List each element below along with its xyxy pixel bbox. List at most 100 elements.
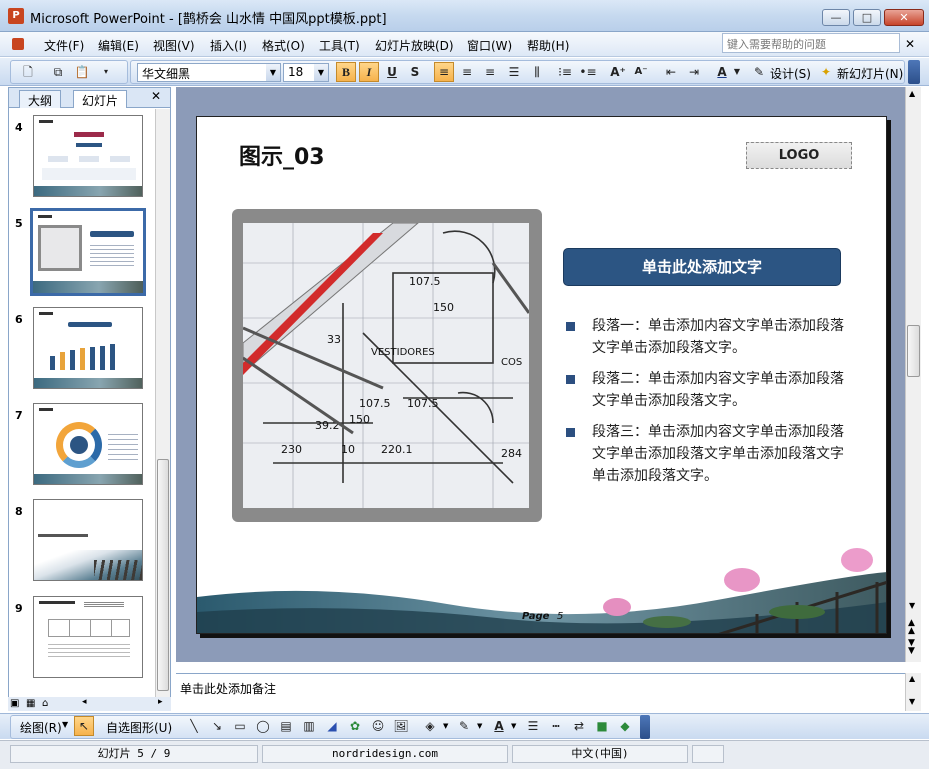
- chevron-down-icon[interactable]: ▼: [314, 64, 328, 81]
- scroll-up-icon[interactable]: ▲: [909, 89, 915, 98]
- current-slide[interactable]: 图示_03 LOGO 107.5 150 33 VESTIDORES COS 1…: [196, 116, 887, 634]
- font-color-dropdown-icon[interactable]: ▼: [732, 62, 742, 82]
- font-size-select[interactable]: 18 ▼: [283, 63, 329, 82]
- slide-thumbnail-8[interactable]: [33, 499, 143, 581]
- draw-font-color-icon[interactable]: A: [489, 716, 509, 736]
- canvas-scrollbar[interactable]: ▲ ▼ ▲ ▲ ▼ ▼: [905, 87, 921, 662]
- fill-color-icon[interactable]: ◈: [420, 716, 440, 736]
- scroll-left-icon[interactable]: ◂: [82, 697, 87, 707]
- pane-close-button[interactable]: ✕: [151, 89, 161, 103]
- next-slide-icon[interactable]: ▼ ▼: [908, 639, 915, 656]
- textbox-icon[interactable]: ▤: [276, 716, 296, 736]
- close-button[interactable]: ✕: [884, 9, 924, 26]
- picture-icon[interactable]: 🖼: [391, 716, 411, 736]
- scroll-down-icon[interactable]: ▼: [909, 601, 915, 610]
- slideshow-icon[interactable]: ⌂: [42, 698, 48, 709]
- normal-view-icon[interactable]: ▣: [10, 698, 19, 709]
- line-style-icon[interactable]: ☰: [523, 716, 543, 736]
- slide-thumbnail-5[interactable]: [30, 208, 146, 296]
- canvas-scroll-thumb[interactable]: [907, 325, 920, 377]
- design-icon[interactable]: ✎: [751, 62, 767, 82]
- help-search-input[interactable]: 键入需要帮助的问题: [722, 33, 900, 53]
- font-color-icon[interactable]: A: [712, 62, 732, 82]
- copy-icon[interactable]: ⧉: [48, 62, 68, 82]
- new-document-icon[interactable]: 🗋: [18, 62, 38, 82]
- increase-indent-icon[interactable]: ⇥: [684, 62, 704, 82]
- select-pointer-icon[interactable]: ↖: [74, 716, 94, 736]
- toolbar-options-icon[interactable]: ▾: [100, 62, 112, 82]
- slides-pane-scroll-thumb[interactable]: [157, 459, 169, 691]
- slide-thumbnail-6[interactable]: [33, 307, 143, 389]
- maximize-button[interactable]: □: [853, 9, 881, 26]
- chevron-down-icon[interactable]: ▼: [443, 722, 448, 730]
- oval-icon[interactable]: ◯: [253, 716, 273, 736]
- wordart-icon[interactable]: ◢: [322, 716, 342, 736]
- menu-slideshow[interactable]: 幻灯片放映(D): [375, 37, 454, 54]
- line-color-icon[interactable]: ✎: [454, 716, 474, 736]
- chevron-down-icon[interactable]: ▼: [477, 722, 482, 730]
- tab-slides[interactable]: 幻灯片: [73, 90, 128, 108]
- menu-insert[interactable]: 插入(I): [210, 37, 247, 54]
- slide-thumbnail-9[interactable]: [33, 596, 143, 678]
- bold-button[interactable]: B: [336, 62, 356, 82]
- rectangle-icon[interactable]: ▭: [230, 716, 250, 736]
- design-button[interactable]: 设计(S): [770, 65, 811, 82]
- toolbar-overflow-icon[interactable]: [908, 60, 920, 84]
- dash-style-icon[interactable]: ┅: [546, 716, 566, 736]
- draw-menu-button[interactable]: 绘图(R): [20, 719, 62, 736]
- chevron-down-icon[interactable]: ▼: [511, 722, 516, 730]
- align-left-icon[interactable]: ≡: [434, 62, 454, 82]
- decrease-font-icon[interactable]: A⁻: [631, 62, 651, 82]
- clipart-icon[interactable]: ☺: [368, 716, 388, 736]
- slides-pane-scrollbar[interactable]: [155, 109, 170, 698]
- close-document-button[interactable]: ✕: [905, 37, 915, 51]
- menu-edit[interactable]: 编辑(E): [98, 37, 139, 54]
- decrease-indent-icon[interactable]: ⇤: [661, 62, 681, 82]
- shadow-style-icon[interactable]: ■: [592, 716, 612, 736]
- slide-title[interactable]: 图示_03: [239, 139, 325, 171]
- vertical-textbox-icon[interactable]: ▥: [299, 716, 319, 736]
- font-name-select[interactable]: 华文细黑 ▼: [137, 63, 281, 82]
- logo-placeholder[interactable]: LOGO: [746, 142, 852, 169]
- minimize-button[interactable]: —: [822, 9, 850, 26]
- menu-format[interactable]: 格式(O): [262, 37, 305, 54]
- increase-font-icon[interactable]: A⁺: [608, 62, 628, 82]
- paste-icon[interactable]: 📋: [72, 62, 92, 82]
- italic-button[interactable]: I: [359, 62, 379, 82]
- menu-view[interactable]: 视图(V): [153, 37, 195, 54]
- paragraph-list[interactable]: 段落一：单击添加内容文字单击添加段落文字单击添加段落文字。 段落二：单击添加内容…: [565, 315, 855, 487]
- document-icon[interactable]: [12, 38, 24, 50]
- bullets-icon[interactable]: •≡: [578, 62, 598, 82]
- section-header-box[interactable]: 单击此处添加文字: [563, 248, 841, 286]
- slide-thumbnail-7[interactable]: [33, 403, 143, 485]
- arrow-style-icon[interactable]: ⇄: [569, 716, 589, 736]
- diagram-icon[interactable]: ✿: [345, 716, 365, 736]
- powerpoint-app-icon[interactable]: P: [8, 8, 24, 24]
- menu-window[interactable]: 窗口(W): [467, 37, 512, 54]
- menu-tools[interactable]: 工具(T): [319, 37, 360, 54]
- toolbar-overflow-icon[interactable]: [640, 715, 650, 739]
- arrow-icon[interactable]: ↘: [207, 716, 227, 736]
- new-slide-button[interactable]: 新幻灯片(N): [837, 65, 903, 82]
- menu-help[interactable]: 帮助(H): [527, 37, 569, 54]
- slide-sorter-icon[interactable]: ▦: [26, 698, 35, 709]
- columns-icon[interactable]: ⫼: [527, 62, 547, 82]
- previous-slide-icon[interactable]: ▲ ▲: [908, 619, 915, 636]
- image-frame[interactable]: 107.5 150 33 VESTIDORES COS 107.5 107.5 …: [232, 209, 542, 522]
- line-icon[interactable]: ╲: [184, 716, 204, 736]
- shadow-button[interactable]: S: [405, 62, 425, 82]
- tab-outline[interactable]: 大纲: [19, 90, 62, 108]
- scroll-up-icon[interactable]: ▲: [909, 674, 915, 683]
- menu-file[interactable]: 文件(F): [44, 37, 84, 54]
- 3d-style-icon[interactable]: ◆: [615, 716, 635, 736]
- notes-pane[interactable]: 单击此处添加备注: [176, 673, 905, 711]
- notes-scrollbar[interactable]: ▲ ▼: [905, 673, 921, 711]
- autoshapes-button[interactable]: 自选图形(U): [106, 719, 172, 736]
- numbering-icon[interactable]: ⁝≡: [555, 62, 575, 82]
- chevron-down-icon[interactable]: ▼: [62, 720, 68, 729]
- align-center-icon[interactable]: ≡: [457, 62, 477, 82]
- underline-button[interactable]: U: [382, 62, 402, 82]
- scroll-right-icon[interactable]: ▸: [158, 697, 163, 707]
- new-slide-icon[interactable]: ✦: [818, 62, 834, 82]
- slide-thumbnail-4[interactable]: [33, 115, 143, 197]
